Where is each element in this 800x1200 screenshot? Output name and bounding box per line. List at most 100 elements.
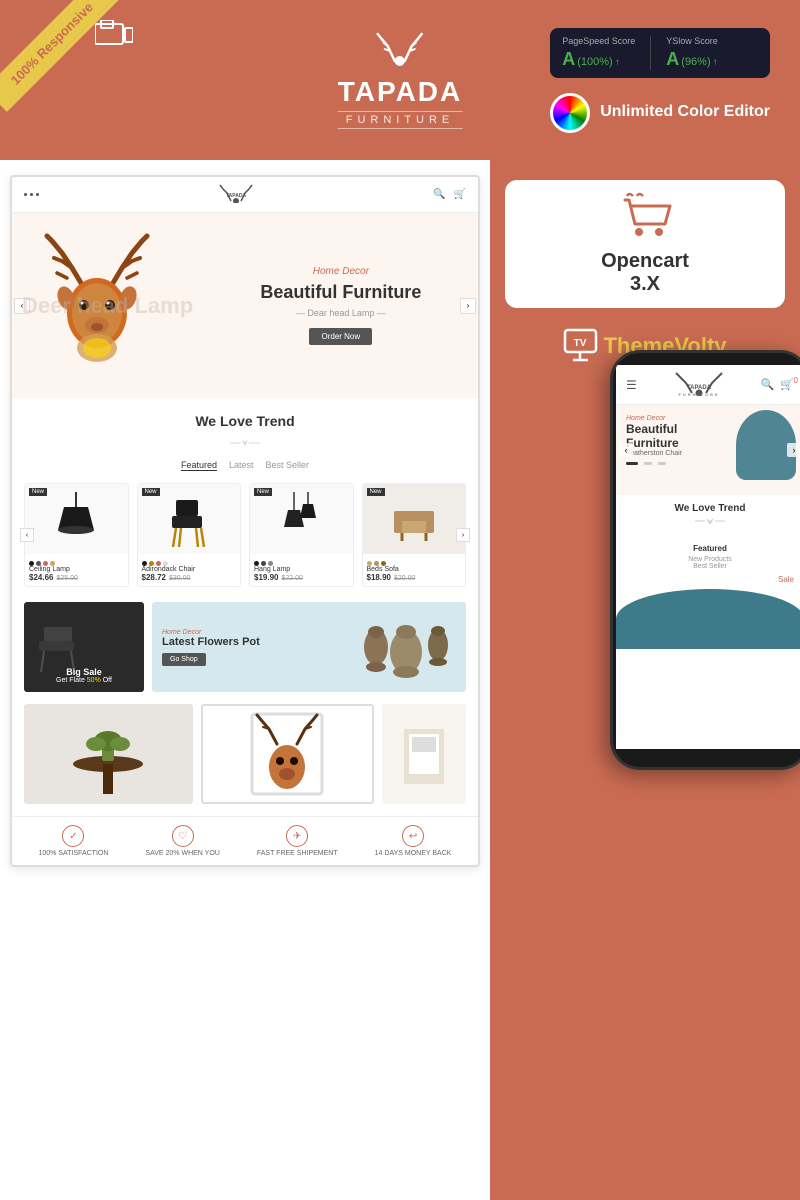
opencart-title: Opencart [525, 250, 765, 273]
product-card-hang-lamp[interactable]: New [249, 483, 354, 587]
product-card-ceiling-lamp[interactable]: New [24, 483, 129, 587]
ribbon-text: 100% Responsive [0, 0, 120, 112]
responsive-ribbon: 100% Responsive [0, 0, 130, 130]
product-price: $28.72 [142, 573, 166, 582]
store-header: TAPADA 🔍🛒 [12, 177, 478, 213]
new-badge: New [142, 488, 160, 496]
phone-store-header: ☰ TAPADA FURNITURE 🔍 🛒0 [616, 365, 800, 405]
footer-save: ♡ SAVE 20% WHEN YOU [145, 825, 219, 857]
phone-tab-featured[interactable]: Featured [616, 544, 800, 553]
pagespeed-label: PageSpeed Score [562, 36, 635, 46]
footer-returns-text: 14 DAYS MONEY BACK [375, 850, 452, 857]
products-arrow-left[interactable]: ‹ [20, 528, 34, 542]
yslow-value: A [666, 49, 679, 70]
phone-logo: TAPADA FURNITURE [664, 371, 734, 398]
tab-bestseller[interactable]: Best Seller [266, 460, 310, 471]
desktop-frame: TAPADA 🔍🛒 ‹ Deer head Lamp [10, 175, 480, 867]
phone-hero-subtitle: Home Decor [626, 415, 794, 422]
phone-sale-label: Sale [616, 575, 800, 584]
promo-dark-banner[interactable]: Big Sale Get Flate 50% Off [24, 602, 144, 692]
hero-section: ‹ Deer head Lamp [12, 213, 478, 398]
product-old-price: $22.00 [281, 575, 302, 582]
phone-arrow-right[interactable]: › [787, 443, 800, 457]
product-name: Adirondack Chair [142, 566, 237, 573]
product-name: Beds Sofa [367, 566, 462, 573]
promo-light-banner[interactable]: Home Decor Latest Flowers Pot Go Shop [152, 602, 466, 692]
right-badges: PageSpeed Score A (100%) ↑ YSlow Score A… [550, 28, 770, 133]
top-header: 100% Responsive TAPADA FURN [0, 0, 800, 160]
promo-dark-text: Big Sale Get Flate 50% Off [56, 667, 112, 684]
product-old-price: $30.00 [169, 575, 190, 582]
phone-arrow-left[interactable]: ‹ [619, 443, 633, 457]
phone-hero-sub: Featherston Chair [626, 450, 794, 457]
phone-notch [680, 353, 740, 365]
save-icon: ♡ [172, 825, 194, 847]
phone-we-love-title: We Love Trend [624, 503, 796, 514]
product-name: Ceiling Lamp [29, 566, 124, 573]
hero-divider: — Dear head Lamp — [224, 308, 458, 318]
opencart-badge: Opencart 3.X [505, 180, 785, 308]
antler-decoration [338, 31, 463, 74]
product-card-chair[interactable]: New [137, 483, 242, 587]
new-badge: New [29, 488, 47, 496]
color-wheel-icon [550, 93, 590, 133]
shop-now-button[interactable]: Go Shop [162, 653, 206, 666]
phone-bottom-visual [616, 589, 800, 649]
product-card-sofa[interactable]: New [362, 483, 467, 587]
bottom-section [12, 704, 478, 816]
footer-shipping-text: FAST FREE SHIPEMENT [257, 850, 338, 857]
svg-text:TAPADA: TAPADA [687, 385, 712, 391]
products-row: New [24, 483, 466, 587]
shipping-icon: ✈ [286, 825, 308, 847]
phone-tab-new[interactable]: New Products [616, 556, 800, 563]
products-arrow-right[interactable]: › [456, 528, 470, 542]
pagespeed-value: A [562, 49, 575, 70]
product-price: $18.90 [367, 573, 391, 582]
bottom-card-extra [382, 704, 466, 804]
footer-satisfaction: ✓ 100% SATISFACTION [39, 825, 109, 857]
phone-tab-best[interactable]: Best Seller [616, 563, 800, 570]
hero-text-area: Home Decor Beautiful Furniture — Dear he… [224, 266, 458, 345]
promo-light-subtitle: Home Decor [162, 629, 356, 636]
pagespeed-badge: PageSpeed Score A (100%) ↑ YSlow Score A… [550, 28, 770, 78]
yslow-label: YSlow Score [666, 36, 718, 46]
products-grid: New [24, 483, 466, 587]
pagespeed-pct: (100%) [577, 56, 612, 68]
phone-screen: ☰ TAPADA FURNITURE 🔍 🛒0 Home Decor Beaut… [616, 365, 800, 749]
desktop-preview: TAPADA 🔍🛒 ‹ Deer head Lamp [0, 160, 490, 1200]
product-img-ceiling-lamp: New [25, 484, 128, 554]
satisfaction-icon: ✓ [62, 825, 84, 847]
svg-text:TV: TV [574, 338, 587, 349]
brand-logo: TAPADA FURNITURE [338, 31, 463, 129]
footer-returns: ↩ 14 DAYS MONEY BACK [375, 825, 452, 857]
promo-banners: Big Sale Get Flate 50% Off Home Decor La… [12, 602, 478, 704]
phone-hero-title: Beautiful Furniture [626, 422, 726, 450]
footer-shipping: ✈ FAST FREE SHIPEMENT [257, 825, 338, 857]
tab-featured[interactable]: Featured [181, 460, 217, 471]
product-info-ceiling-lamp: Ceiling Lamp $24.66$25.00 [25, 554, 128, 586]
hero-title: Beautiful Furniture [224, 282, 458, 303]
tab-latest[interactable]: Latest [229, 460, 254, 471]
hero-watermark: Deer head Lamp [22, 293, 193, 319]
hero-arrow-right[interactable]: › [460, 298, 476, 314]
svg-text:TAPADA: TAPADA [226, 193, 246, 199]
footer-save-text: SAVE 20% WHEN YOU [145, 850, 219, 857]
hero-cta-button[interactable]: Order Now [309, 328, 372, 345]
yslow-score: YSlow Score A (96%) ↑ [666, 36, 718, 70]
hero-subtitle: Home Decor [224, 266, 458, 277]
bottom-card-deer [201, 704, 374, 804]
menu-dots [24, 193, 39, 196]
store-header-icons: 🔍🛒 [433, 189, 466, 200]
new-badge: New [367, 488, 385, 496]
product-info-chair: Adirondack Chair $28.72$30.00 [138, 554, 241, 586]
footer-satisfaction-text: 100% SATISFACTION [39, 850, 109, 857]
phone-we-love-section: We Love Trend [616, 495, 800, 541]
product-name: Hang Lamp [254, 566, 349, 573]
new-badge: New [254, 488, 272, 496]
color-editor-badge: Unlimited Color Editor [550, 93, 770, 133]
bottom-card-table [24, 704, 193, 804]
phone-mockup: ☰ TAPADA FURNITURE 🔍 🛒0 Home Decor Beaut… [610, 350, 800, 770]
store-logo-small: TAPADA [211, 183, 261, 206]
products-section-title: We Love Trend [24, 413, 466, 429]
product-price: $24.66 [29, 573, 53, 582]
